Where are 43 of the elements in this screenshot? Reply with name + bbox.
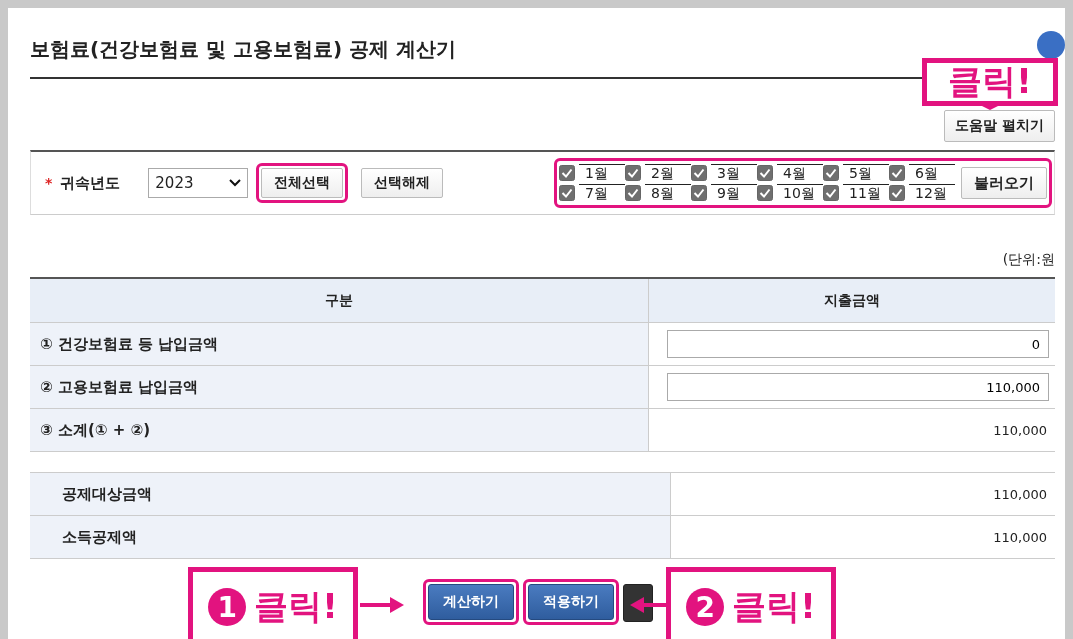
amount-field[interactable]: 110,000 [667,373,1049,401]
field-label: 귀속년도 [60,173,121,193]
checkbox[interactable] [889,165,905,181]
column-header: 지출금액 [648,278,1055,323]
row-label: 공제대상금액 [30,472,671,516]
column-header: 구분 [30,278,649,323]
action-button[interactable]: 계산하기 [427,584,514,620]
row-label: ② 고용보험료 납입금액 [30,365,649,409]
month-label: 12월 [909,184,955,202]
checkbox[interactable] [757,165,773,181]
arrow-icon [360,596,406,614]
circle-icon [1036,30,1066,60]
checkbox[interactable] [625,165,641,181]
load-button[interactable]: 불러오기 [961,167,1047,199]
row-label: 소득공제액 [30,515,671,559]
checkbox[interactable] [559,165,575,181]
unit-label: (단위:원 [1002,251,1055,269]
month-label: 6월 [909,164,955,182]
table-cell: 110,000 [670,515,1055,559]
checkbox[interactable] [823,185,839,201]
row-label: ① 건강보험료 등 납입금액 [30,322,649,366]
required-mark: * [45,175,53,191]
select-button[interactable]: 전체선택 [261,168,344,198]
checkbox[interactable] [691,185,707,201]
number-badge: 1 [208,588,247,626]
select-button[interactable]: 선택해제 [361,168,444,198]
help-button[interactable]: 도움말 펼치기 [944,110,1055,142]
checkbox[interactable] [889,185,905,201]
checkbox[interactable] [625,185,641,201]
checkbox[interactable] [757,185,773,201]
callout-text: 클릭! [254,585,338,628]
year-select[interactable]: 2023 [148,168,249,198]
checkbox[interactable] [559,185,575,201]
action-button[interactable]: 적용하기 [527,584,614,620]
amount-field[interactable]: 0 [667,330,1049,358]
callout-text: 클릭! [732,585,816,628]
dropdown-caret-icon [229,179,242,187]
table-cell: 110,000 [670,472,1055,516]
checkbox[interactable] [823,165,839,181]
table-cell: 110,000 [648,408,1055,452]
number-badge: 2 [686,588,725,626]
checkbox[interactable] [691,165,707,181]
row-label: ③ 소계(① + ②) [30,408,649,452]
